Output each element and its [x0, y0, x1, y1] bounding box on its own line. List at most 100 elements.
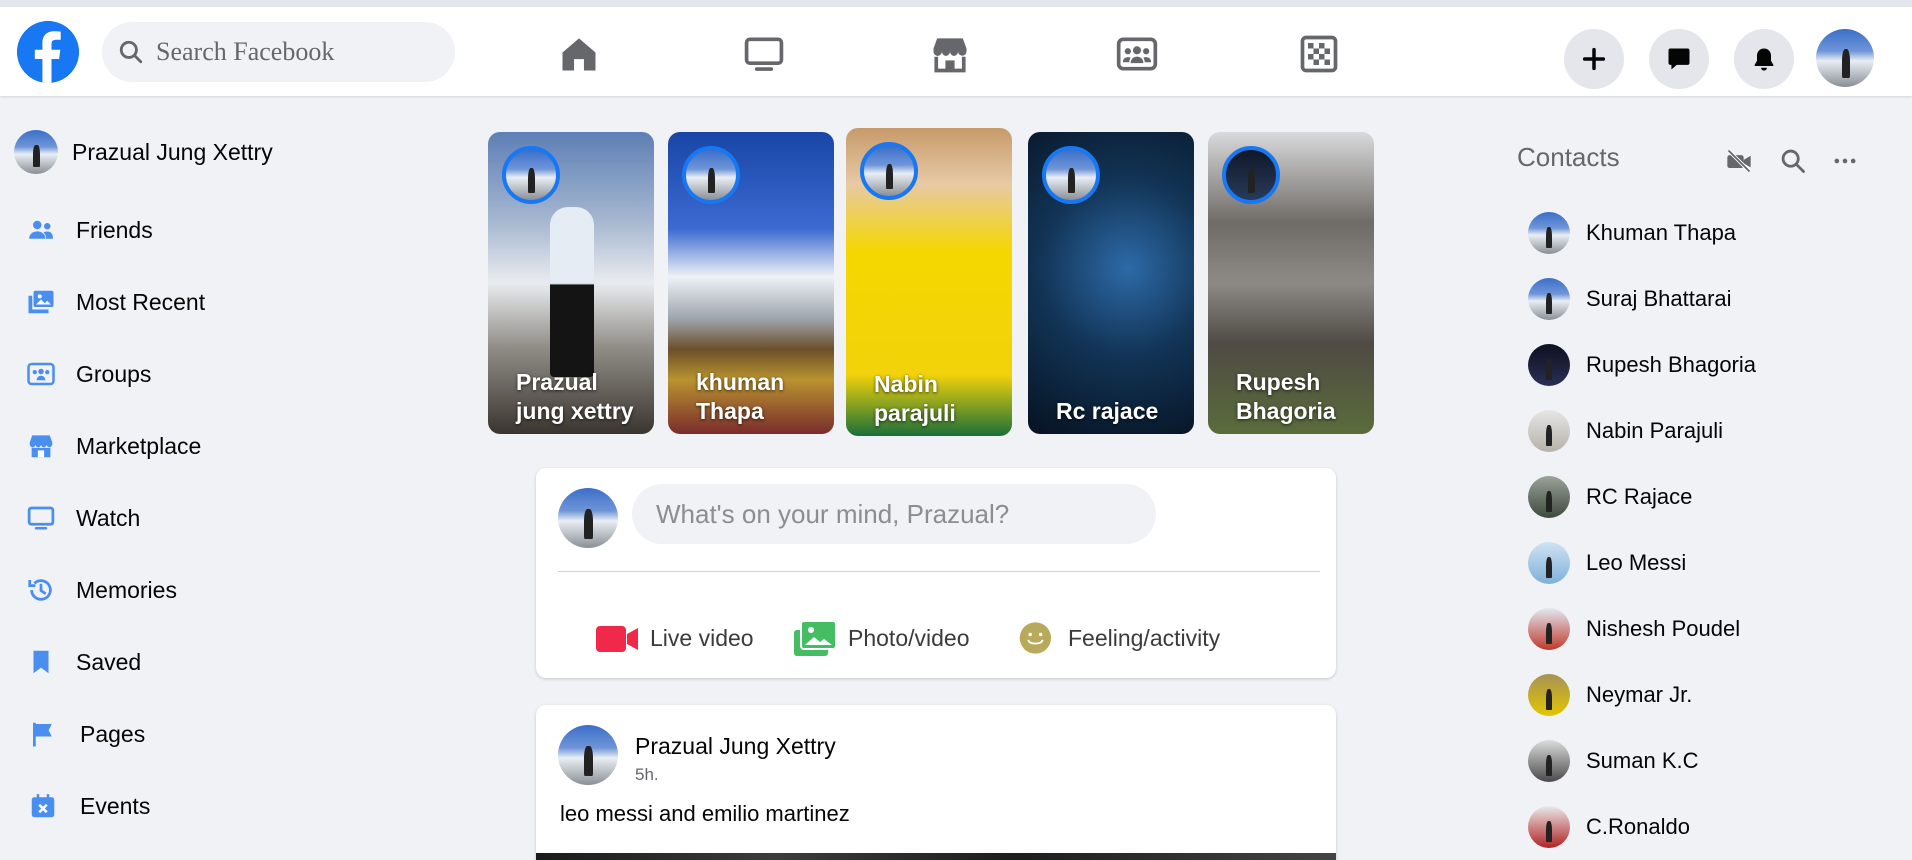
groups-icon: [20, 353, 62, 395]
contact-name: Suraj Bhattarai: [1586, 286, 1732, 311]
story-card[interactable]: Rupesh Bhagoria: [1208, 132, 1374, 434]
post-author-avatar[interactable]: [558, 725, 618, 785]
contact-item[interactable]: RC Rajace: [1528, 472, 1692, 522]
sidebar-item-memories[interactable]: Memories: [20, 560, 177, 620]
avatar: [1528, 278, 1570, 320]
account-avatar[interactable]: [1816, 29, 1874, 87]
photo-video-icon: [794, 620, 837, 656]
sidebar-item-friends[interactable]: Friends: [20, 200, 153, 260]
watch-icon: [20, 497, 62, 539]
sidebar-item-saved[interactable]: Saved: [20, 632, 141, 692]
live-video-label: Live video: [650, 624, 754, 651]
most-recent-icon: [20, 281, 62, 323]
contact-name: Leo Messi: [1586, 550, 1687, 575]
messenger-button[interactable]: [1649, 29, 1709, 89]
story-card[interactable]: Prazual jung xettry: [488, 132, 654, 434]
story-name: Rc rajace: [1056, 398, 1159, 424]
sidebar-item-groups[interactable]: Groups: [20, 344, 151, 404]
marketplace-icon: [20, 425, 62, 467]
sidebar-item-marketplace[interactable]: Marketplace: [20, 416, 201, 476]
story-name: Nabin parajuli: [874, 371, 956, 426]
sidebar-item-pages[interactable]: Pages: [22, 704, 145, 764]
top-navigation-bar: [0, 0, 1912, 96]
divider: [558, 571, 1320, 572]
facebook-logo-icon[interactable]: [17, 21, 79, 83]
notifications-button[interactable]: [1734, 29, 1794, 89]
search-box[interactable]: [102, 22, 455, 82]
story-card[interactable]: khuman Thapa: [668, 132, 834, 434]
sidebar-item-label: Friends: [76, 216, 153, 243]
avatar: [1528, 542, 1570, 584]
sidebar-item-events[interactable]: Events: [22, 776, 150, 836]
contact-name: RC Rajace: [1586, 484, 1693, 509]
contact-item[interactable]: Nabin Parajuli: [1528, 406, 1723, 456]
story-avatar: [682, 146, 740, 204]
avatar: [1528, 344, 1570, 386]
search-icon[interactable]: [1776, 144, 1810, 178]
avatar: [1528, 806, 1570, 848]
avatar: [1528, 740, 1570, 782]
sidebar-item-watch[interactable]: Watch: [20, 488, 140, 548]
video-off-icon[interactable]: [1722, 144, 1756, 178]
marketplace-icon[interactable]: [927, 31, 973, 77]
sidebar-item-label: Saved: [76, 648, 142, 675]
more-options-icon[interactable]: [1828, 144, 1862, 178]
sidebar-item-label: Pages: [80, 720, 146, 747]
story-avatar: [860, 142, 918, 200]
search-input[interactable]: [156, 37, 436, 67]
sidebar-item-label: Most Recent: [76, 288, 206, 315]
contact-name: Suman K.C: [1586, 748, 1699, 773]
contact-item[interactable]: Nishesh Poudel: [1528, 604, 1740, 654]
feeling-activity-button[interactable]: Feeling/activity: [1018, 616, 1220, 660]
left-sidebar: Prazual Jung Xettry Friends Most Recent …: [0, 96, 470, 860]
story-name: Rupesh Bhagoria: [1236, 369, 1336, 424]
contact-name: Nabin Parajuli: [1586, 418, 1723, 443]
groups-icon[interactable]: [1114, 31, 1160, 77]
story-card[interactable]: Nabin parajuli: [846, 128, 1012, 436]
contact-item[interactable]: Neymar Jr.: [1528, 670, 1692, 720]
sidebar-item-label: Memories: [76, 576, 177, 603]
avatar: [1528, 476, 1570, 518]
create-button[interactable]: [1564, 29, 1624, 89]
saved-icon: [20, 641, 62, 683]
messenger-icon: [1668, 48, 1690, 70]
post-image[interactable]: [536, 853, 1336, 860]
feeling-icon: [1019, 622, 1052, 654]
sidebar-profile-name: Prazual Jung Xettry: [72, 138, 273, 165]
live-video-button[interactable]: Live video: [594, 616, 754, 660]
story-avatar: [1042, 146, 1100, 204]
plus-icon: [1582, 47, 1606, 71]
contacts-title: Contacts: [1517, 142, 1620, 172]
contact-item[interactable]: Suraj Bhattarai: [1528, 274, 1732, 324]
contact-item[interactable]: C.Ronaldo: [1528, 802, 1690, 852]
gaming-icon[interactable]: [1296, 31, 1342, 77]
avatar: [558, 488, 618, 548]
composer-input[interactable]: [632, 484, 1156, 544]
contact-name: Rupesh Bhagoria: [1586, 352, 1757, 377]
live-video-icon: [596, 626, 638, 652]
contact-item[interactable]: Rupesh Bhagoria: [1528, 340, 1756, 390]
story-name: Prazual jung xettry: [516, 369, 634, 424]
sidebar-item-label: Groups: [76, 360, 152, 387]
contact-item[interactable]: Khuman Thapa: [1528, 208, 1736, 258]
sidebar-item-label: Marketplace: [76, 432, 202, 459]
story-card[interactable]: Rc rajace: [1028, 132, 1194, 434]
watch-icon[interactable]: [741, 31, 787, 77]
post-timestamp[interactable]: 5h.: [635, 765, 659, 785]
feeling-activity-label: Feeling/activity: [1068, 624, 1221, 651]
avatar: [1528, 674, 1570, 716]
avatar: [1528, 608, 1570, 650]
contact-item[interactable]: Suman K.C: [1528, 736, 1699, 786]
contact-item[interactable]: Leo Messi: [1528, 538, 1686, 588]
sidebar-profile[interactable]: Prazual Jung Xettry: [14, 122, 273, 182]
post-author-name[interactable]: Prazual Jung Xettry: [635, 733, 836, 760]
story-avatar: [1222, 146, 1280, 204]
post-text: leo messi and emilio martinez: [560, 801, 850, 826]
sidebar-item-most-recent[interactable]: Most Recent: [20, 272, 205, 332]
photo-video-button[interactable]: Photo/video: [792, 616, 969, 660]
sidebar-item-label: Events: [80, 792, 151, 819]
avatar: [1528, 212, 1570, 254]
contact-name: Nishesh Poudel: [1586, 616, 1741, 641]
home-icon[interactable]: [556, 31, 602, 77]
search-icon: [119, 40, 143, 64]
